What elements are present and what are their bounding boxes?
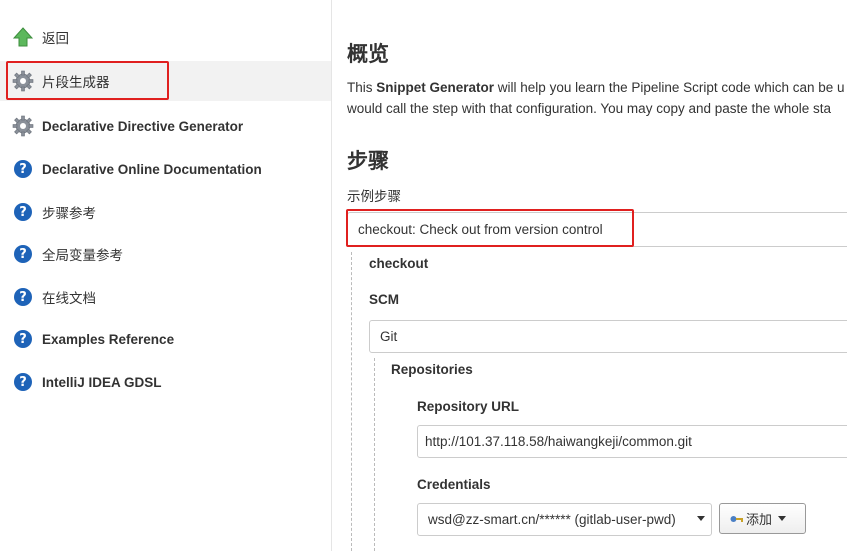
sidebar-item-label: 步骤参考 [42,206,96,221]
desc-text: will help you learn the Pipeline Script … [494,80,845,95]
sidebar-item-back[interactable]: 返回 [0,18,331,56]
scm-select[interactable]: Git [369,320,847,353]
repository-url-value: http://101.37.118.58/haiwangkeji/common.… [425,434,692,449]
sample-step-label: 示例步骤 [347,189,401,204]
sidebar-item-label: Declarative Directive Generator [42,118,244,134]
sidebar: 返回 片段生成器 Declarative Directive Generator… [0,0,332,551]
credentials-select[interactable]: wsd@zz-smart.cn/****** (gitlab-user-pwd) [417,503,712,536]
help-icon: ? [14,160,32,178]
help-icon: ? [14,203,32,221]
nesting-line [351,252,352,551]
sidebar-item-step-reference[interactable]: ? 步骤参考 [0,193,331,231]
sidebar-item-label: IntelliJ IDEA GDSL [42,374,162,390]
repository-url-label: Repository URL [417,399,520,414]
help-icon: ? [14,373,32,391]
gear-icon [12,115,34,137]
sidebar-item-declarative-online-documentation[interactable]: ? Declarative Online Documentation [0,150,331,188]
description-line-2: would call the step with that configurat… [347,101,832,116]
sidebar-item-label: 返回 [42,31,69,46]
credentials-value: wsd@zz-smart.cn/****** (gitlab-user-pwd) [428,512,676,527]
nesting-line [374,358,375,551]
scm-value: Git [380,329,398,344]
add-credentials-button[interactable]: 添加 [719,503,806,534]
steps-title: 步骤 [347,150,389,173]
help-icon: ? [14,288,32,306]
highlight-box-snippet-generator [6,61,169,100]
main-content: 概览 This Snippet Generator will help you … [332,0,847,551]
description-line-1: This Snippet Generator will help you lea… [347,77,847,98]
sidebar-item-declarative-directive-generator[interactable]: Declarative Directive Generator [0,107,331,145]
checkout-label: checkout [369,256,429,271]
sidebar-item-label: 在线文档 [42,291,96,306]
caret-down-icon [778,516,787,521]
sidebar-item-global-variable-reference[interactable]: ? 全局变量参考 [0,235,331,273]
credentials-label: Credentials [417,477,491,492]
sidebar-item-label: Declarative Online Documentation [42,161,262,177]
desc-text: This [347,80,377,95]
desc-bold: Snippet Generator [376,80,495,95]
help-icon: ? [14,245,32,263]
chevron-down-icon [697,516,705,521]
help-icon: ? [14,330,32,348]
sidebar-item-examples-reference[interactable]: ? Examples Reference [0,320,331,358]
up-arrow-icon [12,26,34,48]
sidebar-item-label: 全局变量参考 [42,248,123,263]
add-button-label: 添加 [746,512,773,527]
scm-label: SCM [369,292,399,307]
sidebar-item-online-documentation[interactable]: ? 在线文档 [0,278,331,316]
overview-title: 概览 [347,43,389,66]
highlight-box-sample-step [346,209,634,247]
repositories-label: Repositories [391,362,473,377]
repository-url-input[interactable]: http://101.37.118.58/haiwangkeji/common.… [417,425,847,458]
sidebar-item-intellij-idea-gdsl[interactable]: ? IntelliJ IDEA GDSL [0,363,331,401]
key-icon [730,514,744,524]
sidebar-item-label: Examples Reference [42,331,175,347]
